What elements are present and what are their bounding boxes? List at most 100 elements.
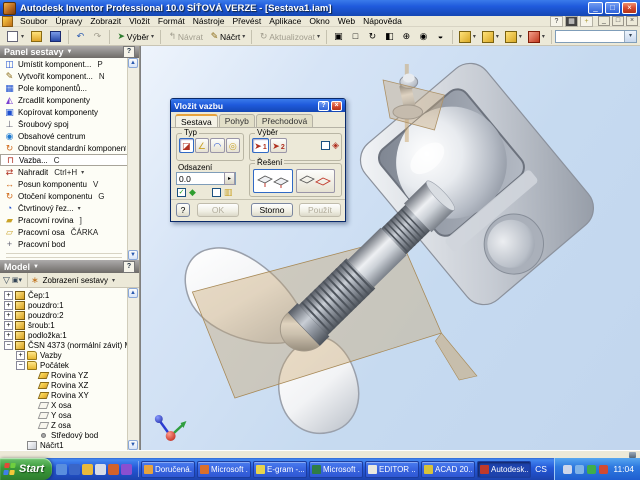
tree-item-stredovy-bod[interactable]: Středový bod bbox=[2, 430, 128, 440]
tree-options-icon[interactable]: ▣▾ bbox=[12, 276, 22, 284]
slice-display-dropdown-icon[interactable]: ▾ bbox=[519, 33, 522, 40]
model-panel-help-icon[interactable]: ? bbox=[123, 261, 135, 273]
panel-menu-arrow-icon[interactable]: ▼ bbox=[67, 49, 123, 55]
item-dropdown-icon[interactable]: ▾ bbox=[78, 205, 81, 212]
tab-sestava[interactable]: Sestava bbox=[175, 114, 218, 127]
tree-item-pouzdro-1[interactable]: +pouzdro:1 bbox=[2, 300, 128, 310]
select-dropdown-icon[interactable]: ▾ bbox=[151, 33, 154, 40]
slice-display-button[interactable]: ▾ bbox=[502, 28, 525, 45]
angle-icon[interactable]: ∠ bbox=[195, 138, 210, 153]
look-at-button[interactable]: ◧ bbox=[381, 28, 398, 45]
scroll-down-icon[interactable]: ▼ bbox=[128, 440, 138, 450]
tree-item-z-osa[interactable]: Z osa bbox=[2, 420, 128, 430]
tray-icon-3[interactable] bbox=[587, 465, 596, 474]
tree-item-x-osa[interactable]: X osa bbox=[2, 400, 128, 410]
task-e-gram[interactable]: E-gram -... bbox=[253, 461, 307, 478]
restore-button[interactable]: □ bbox=[605, 2, 620, 14]
menu-soubor[interactable]: Soubor bbox=[16, 16, 51, 27]
tree-item-rovina-yz[interactable]: Rovina YZ bbox=[2, 370, 128, 380]
ok-button[interactable]: OK bbox=[197, 203, 239, 217]
tree-item-pouzdro-2[interactable]: +pouzdro:2 bbox=[2, 310, 128, 320]
tray-icon-4[interactable] bbox=[599, 465, 608, 474]
tray-icon-2[interactable] bbox=[575, 465, 584, 474]
help-box-icon[interactable]: ? bbox=[550, 16, 563, 27]
panel-item-pracovni-rovina[interactable]: ▰Pracovní rovina] bbox=[0, 214, 128, 226]
return-button[interactable]: ↰Návrat bbox=[164, 28, 206, 45]
tab-pohyb[interactable]: Pohyb bbox=[219, 114, 255, 127]
scroll-up-icon[interactable]: ▲ bbox=[128, 58, 138, 68]
assembly-panel-help-icon[interactable]: ? bbox=[123, 46, 135, 58]
panel-item-zrcadlit-komponenty[interactable]: ◭Zrcadlit komponenty bbox=[0, 94, 128, 106]
view-dropdown-icon[interactable]: ▾ bbox=[112, 277, 115, 284]
tree-item-y-osa[interactable]: Y osa bbox=[2, 410, 128, 420]
render-icon[interactable]: ▦ bbox=[565, 16, 578, 27]
combo-dropdown-icon[interactable]: ▾ bbox=[624, 31, 636, 42]
tree-item-vazby[interactable]: +Vazby bbox=[2, 350, 128, 360]
analysis-dropdown-icon[interactable]: ▾ bbox=[542, 33, 545, 40]
menu-zobrazit[interactable]: Zobrazit bbox=[86, 16, 125, 27]
zoom-window-button[interactable]: □ bbox=[347, 28, 364, 45]
menu-napoveda[interactable]: Nápověda bbox=[359, 16, 406, 27]
tree-item-cep-1[interactable]: +Čep:1 bbox=[2, 290, 128, 300]
wireframe-display-dropdown-icon[interactable]: ▾ bbox=[496, 33, 499, 40]
pan-button[interactable]: ◉ bbox=[415, 28, 432, 45]
quicklaunch-icon-5[interactable] bbox=[108, 464, 119, 475]
analysis-button[interactable]: ▾ bbox=[525, 28, 548, 45]
model-panel-header[interactable]: Model ▼ ? bbox=[0, 260, 139, 273]
quicklaunch-icon-4[interactable] bbox=[95, 464, 106, 475]
tree-item-csn-4373-normalni-zavit-m-20-1[interactable]: −ČSN 4373 (normální závit) M 20:1 bbox=[2, 340, 128, 350]
tab-prechodova[interactable]: Přechodová bbox=[256, 114, 313, 127]
new-button[interactable]: ▾ bbox=[3, 28, 27, 45]
panel-item-pracovni-osa[interactable]: ▱Pracovní osaČÁRKA bbox=[0, 226, 128, 238]
panel-item-sroubovy-spoj[interactable]: ⊥Šroubový spoj bbox=[0, 118, 128, 130]
panel-item-nahradit[interactable]: ⇄NahraditCtrl+H▾ bbox=[0, 166, 128, 178]
menu-nastroje[interactable]: Nástroje bbox=[189, 16, 229, 27]
shaded-display-dropdown-icon[interactable]: ▾ bbox=[473, 33, 476, 40]
tree-item-rovina-xy[interactable]: Rovina XY bbox=[2, 390, 128, 400]
child-minimize-button[interactable]: _ bbox=[598, 16, 610, 26]
update-button[interactable]: ↻Aktualizovat▾ bbox=[255, 28, 323, 45]
zoom-button[interactable]: ⊕ bbox=[398, 28, 415, 45]
panel-item-pole-komponentu[interactable]: ▦Pole komponentů... bbox=[0, 82, 128, 94]
expander-minus-icon[interactable]: − bbox=[4, 341, 13, 350]
child-close-button[interactable]: × bbox=[626, 16, 638, 26]
task-microsoft[interactable]: Microsoft ... bbox=[309, 461, 363, 478]
solution-opposed-icon[interactable] bbox=[253, 169, 293, 193]
tree-item-nacrt1[interactable]: Náčrt1 bbox=[2, 440, 128, 450]
model-tree-scrollbar[interactable]: ▲ ▼ bbox=[127, 288, 139, 450]
tree-item-rovina-xz[interactable]: Rovina XZ bbox=[2, 380, 128, 390]
mate-icon[interactable]: ◪ bbox=[179, 138, 194, 153]
tray-icon-1[interactable] bbox=[563, 465, 572, 474]
title-bar[interactable]: Autodesk Inventor Professional 10.0 SÍŤO… bbox=[0, 0, 640, 16]
insert-constraint-dialog[interactable]: Vložit vazbu ? × SestavaPohybPřechodová … bbox=[170, 98, 346, 222]
panel-item-umistit-komponent[interactable]: ◫Umístit komponent...P bbox=[0, 58, 128, 70]
cancel-button[interactable]: Storno bbox=[251, 203, 293, 217]
child-restore-button[interactable]: □ bbox=[612, 16, 624, 26]
menu-vlozit[interactable]: Vložit bbox=[125, 16, 154, 27]
orbit-button[interactable]: ↻ bbox=[364, 28, 381, 45]
item-dropdown-icon[interactable]: ▾ bbox=[81, 169, 84, 176]
select-second-button[interactable]: ➤2 bbox=[270, 138, 287, 153]
start-button[interactable]: Start bbox=[0, 458, 52, 480]
dialog-close-icon[interactable]: × bbox=[331, 101, 342, 111]
dialog-help-button[interactable]: ? bbox=[176, 203, 190, 217]
panel-item-ctvrtinovy-rez[interactable]: ◔Čtvrtinový řez...▾ bbox=[0, 202, 128, 214]
zoom-all-button[interactable]: ▣ bbox=[330, 28, 347, 45]
tree-item-podlozka-1[interactable]: +podložka:1 bbox=[2, 330, 128, 340]
task-acad-20[interactable]: ACAD 20... bbox=[421, 461, 475, 478]
task-dorucena[interactable]: Doručená... bbox=[141, 461, 195, 478]
expander-plus-icon[interactable]: + bbox=[4, 321, 13, 330]
assembly-view-label[interactable]: Zobrazení sestavy bbox=[43, 276, 108, 285]
task-autodesk[interactable]: Autodesk... bbox=[477, 461, 531, 478]
expander-plus-icon[interactable]: + bbox=[4, 331, 13, 340]
menu-okno[interactable]: Okno bbox=[305, 16, 333, 27]
parameter-combobox[interactable]: ▾ bbox=[555, 30, 637, 43]
panel-item-otoceni-komponentu[interactable]: ↻Otočení komponentuG bbox=[0, 190, 128, 202]
redo-button[interactable]: ↷ bbox=[89, 28, 106, 45]
expander-plus-icon[interactable]: + bbox=[4, 301, 13, 310]
sketch-button[interactable]: ✎Náčrt▾ bbox=[206, 28, 248, 45]
dialog-title-bar[interactable]: Vložit vazbu ? × bbox=[171, 99, 345, 112]
dialog-help-icon[interactable]: ? bbox=[318, 101, 329, 111]
save-button[interactable] bbox=[46, 28, 65, 45]
insert-icon[interactable]: ◎ bbox=[226, 138, 241, 153]
